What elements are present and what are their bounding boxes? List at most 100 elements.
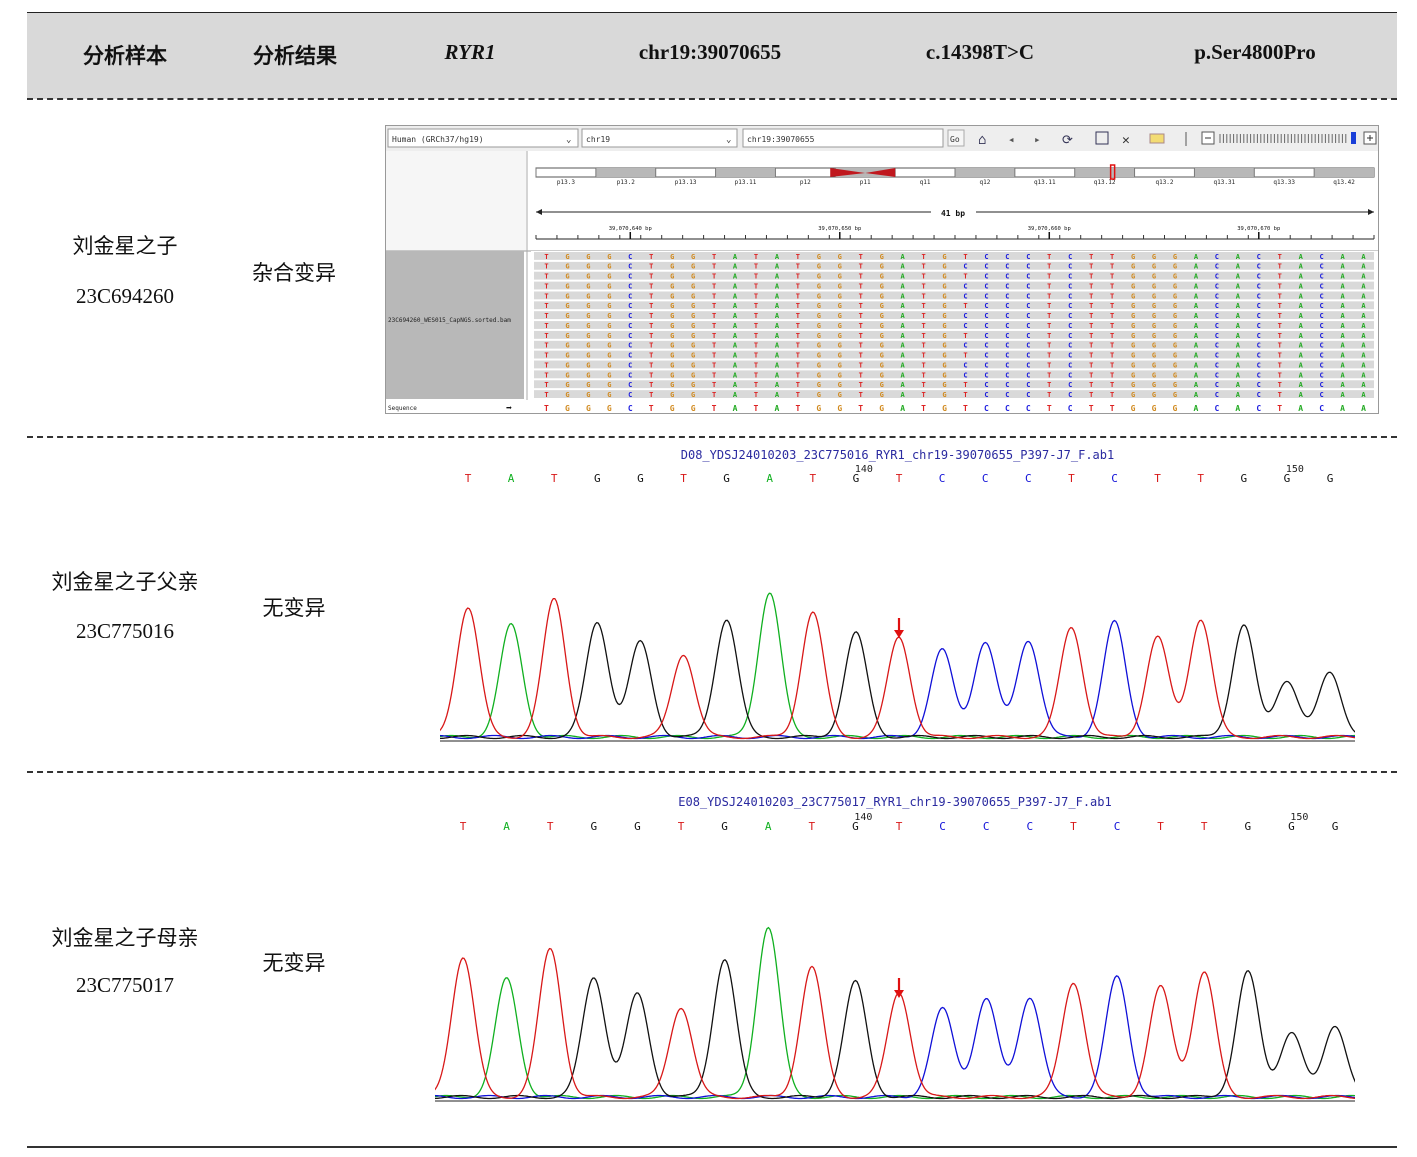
read-base: T: [1047, 282, 1051, 290]
read-base: G: [880, 381, 884, 389]
read-base: T: [649, 273, 653, 281]
refresh-icon[interactable]: ⟳: [1062, 133, 1073, 148]
read-base: C: [984, 273, 988, 281]
read-base: C: [628, 263, 632, 271]
read-base: G: [586, 253, 590, 261]
read-base: T: [544, 371, 548, 379]
read-base: G: [670, 371, 674, 379]
zoom-handle[interactable]: [1351, 132, 1356, 144]
base-call: G: [723, 472, 730, 485]
close-icon[interactable]: ✕: [1122, 133, 1130, 148]
read-base: C: [1068, 263, 1072, 271]
read-base: T: [544, 381, 548, 389]
read-base: T: [544, 322, 548, 330]
read-base: C: [1257, 322, 1261, 330]
read-base: G: [838, 391, 842, 399]
read-base: G: [691, 273, 695, 281]
read-base: G: [565, 302, 569, 310]
read-base: C: [984, 292, 988, 300]
read-base: T: [859, 302, 863, 310]
read-bar: [534, 330, 1374, 339]
read-base: C: [1068, 332, 1072, 340]
read-base: G: [586, 361, 590, 369]
ruler-tick-label: 39,070,640 bp: [609, 226, 652, 232]
read-base: C: [1257, 332, 1261, 340]
read-base: T: [712, 332, 716, 340]
trace-t: [440, 597, 1355, 740]
go-label: Go: [950, 135, 960, 144]
read-base: G: [586, 282, 590, 290]
read-base: G: [1131, 371, 1135, 379]
read-base: G: [838, 342, 842, 350]
chromatogram-mother: E08_YDSJ24010203_23C775017_RYR1_chr19-39…: [435, 793, 1355, 1111]
sequence-base: G: [879, 404, 884, 413]
read-base: C: [1320, 312, 1324, 320]
read-base: G: [1131, 263, 1135, 271]
read-base: T: [921, 312, 925, 320]
read-base: C: [1215, 302, 1219, 310]
read-base: C: [1026, 391, 1030, 399]
read-base: G: [607, 381, 611, 389]
forward-icon[interactable]: ▸: [1034, 133, 1041, 146]
read-base: G: [1131, 273, 1135, 281]
read-base: G: [942, 273, 946, 281]
read-base: T: [1089, 273, 1093, 281]
read-base: T: [1089, 332, 1093, 340]
read-base: T: [921, 342, 925, 350]
read-base: T: [921, 371, 925, 379]
read-base: T: [1110, 352, 1114, 360]
read-base: T: [649, 263, 653, 271]
read-base: C: [1026, 312, 1030, 320]
read-base: G: [1152, 381, 1156, 389]
sequence-base: A: [1361, 404, 1366, 413]
read-base: T: [859, 253, 863, 261]
read-base: G: [880, 332, 884, 340]
read-base: C: [1257, 381, 1261, 389]
read-base: T: [1089, 263, 1093, 271]
read-base: C: [1320, 292, 1324, 300]
read-base: T: [1047, 381, 1051, 389]
read-base: C: [1215, 342, 1219, 350]
sample-name: 刘金星之子: [72, 234, 178, 258]
read-base: T: [859, 263, 863, 271]
read-base: C: [1005, 292, 1009, 300]
read-base: G: [817, 312, 821, 320]
base-call: T: [1070, 820, 1077, 833]
base-call: A: [508, 472, 515, 485]
row-divider: [27, 436, 1397, 438]
header-gene: RYR1: [444, 40, 496, 64]
read-base: G: [1152, 322, 1156, 330]
read-base: C: [1005, 273, 1009, 281]
popup-icon[interactable]: [1149, 133, 1165, 144]
read-base: C: [1026, 361, 1030, 369]
read-base: T: [544, 282, 548, 290]
read-base: G: [670, 282, 674, 290]
read-base: G: [1152, 342, 1156, 350]
read-base: C: [1026, 282, 1030, 290]
read-base: G: [691, 371, 695, 379]
chrom-text: chr19: [586, 135, 610, 144]
track-name-panel: [386, 251, 524, 399]
home-icon[interactable]: ⌂: [978, 132, 986, 148]
read-base: C: [984, 391, 988, 399]
ideogram-band-label: p13.13: [675, 179, 697, 186]
read-base: G: [1152, 371, 1156, 379]
read-base: C: [1005, 302, 1009, 310]
sequence-base: T: [1089, 404, 1094, 413]
read-base: G: [942, 352, 946, 360]
read-base: C: [984, 312, 988, 320]
base-call: T: [551, 472, 558, 485]
read-base: G: [586, 292, 590, 300]
read-base: C: [1215, 312, 1219, 320]
read-base: C: [1005, 361, 1009, 369]
read-base: G: [691, 282, 695, 290]
read-base: C: [1026, 322, 1030, 330]
read-base: G: [607, 253, 611, 261]
read-base: G: [670, 381, 674, 389]
sequence-base: T: [1047, 404, 1052, 413]
read-base: G: [586, 322, 590, 330]
read-base: G: [880, 253, 884, 261]
read-base: C: [1215, 253, 1219, 261]
ideogram-band-label: q13.2: [1155, 179, 1173, 186]
back-icon[interactable]: ◂: [1008, 133, 1015, 146]
